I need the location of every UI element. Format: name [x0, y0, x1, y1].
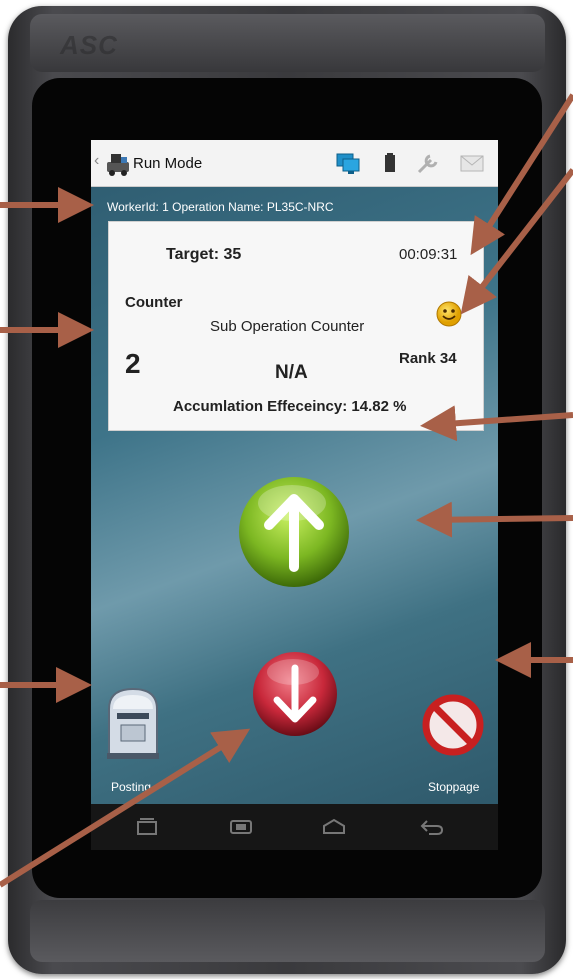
home-outline-icon[interactable] [321, 816, 347, 838]
monitor-icon[interactable] [335, 150, 361, 176]
mail-icon[interactable] [459, 150, 485, 176]
posting-label: Posting [111, 780, 152, 794]
device-bottom-rim [30, 900, 545, 962]
rank-value: Rank 34 [399, 350, 457, 367]
stoppage-icon[interactable] [421, 693, 485, 757]
app-title: Run Mode [133, 155, 203, 172]
worker-operation-info: WorkerId: 1 Operation Name: PL35C-NRC [107, 200, 334, 214]
counter-value: 2 [125, 348, 141, 379]
smiley-icon [436, 301, 462, 327]
wrench-icon[interactable] [415, 150, 441, 176]
battery-icon [385, 153, 395, 172]
timer-value: 00:09:31 [399, 246, 458, 263]
app-screen: ‹ Run Mode WorkerId: 1 Operation Name: P… [91, 140, 498, 850]
counter-label: Counter [125, 294, 183, 311]
sub-operation-label: Sub Operation Counter [210, 318, 365, 335]
target-value: Target: 35 [166, 246, 242, 263]
device-engraving: ASC [60, 30, 118, 60]
home-icon[interactable] [228, 816, 254, 838]
system-nav-bar [91, 804, 498, 850]
action-bar: ‹ Run Mode [91, 140, 498, 187]
increment-button[interactable] [237, 475, 351, 589]
mailbox-icon[interactable] [103, 685, 163, 761]
status-panel: Target: 35 00:09:31 Counter Sub Operatio… [108, 221, 484, 431]
machine-icon[interactable] [103, 148, 133, 178]
recent-apps-icon[interactable] [134, 816, 160, 838]
sub-operation-value: N/A [275, 362, 308, 383]
accumulation-efficiency: Accumlation Effeceincy: 14.82 % [173, 398, 407, 415]
stoppage-label: Stoppage [428, 780, 480, 794]
decrement-button[interactable] [251, 650, 339, 738]
back-icon[interactable] [419, 816, 445, 838]
back-chevron-icon[interactable]: ‹ [94, 152, 99, 170]
